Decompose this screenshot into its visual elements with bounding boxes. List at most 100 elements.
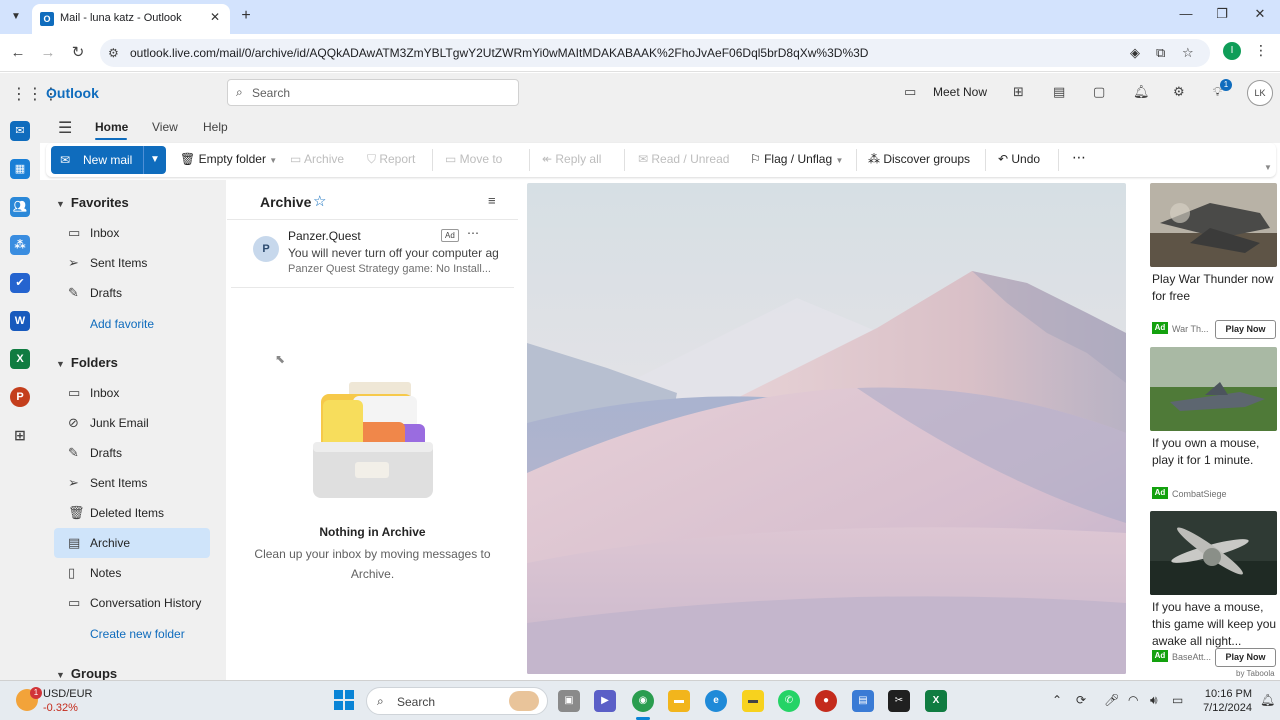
sync-icon[interactable]: ⟳ — [1076, 693, 1086, 707]
tab-help[interactable]: Help — [203, 120, 228, 134]
favorite-drafts[interactable]: ✎ Drafts — [54, 278, 210, 308]
mail-icon[interactable]: ✉ — [10, 121, 30, 141]
window-close-icon[interactable]: ✕ — [1250, 6, 1270, 22]
site-info-icon[interactable]: ⚙ — [108, 46, 119, 60]
word-icon[interactable]: W — [10, 311, 30, 331]
move-to-button[interactable]: ▭ Move to — [445, 152, 502, 166]
reload-icon[interactable]: ↻ — [68, 43, 88, 63]
my-day-icon[interactable]: ▢ — [1093, 84, 1105, 100]
folder-inbox[interactable]: ▭ Inbox — [54, 378, 210, 408]
browser-menu-icon[interactable]: ⋮ — [1254, 42, 1268, 59]
discover-groups-button[interactable]: ⁂ Discover groups — [868, 152, 970, 166]
chrome-icon[interactable]: ◉ — [632, 690, 654, 712]
report-button[interactable]: ⛉ Report — [367, 152, 415, 167]
battery-icon[interactable]: ▭ — [1172, 693, 1183, 707]
address-bar[interactable]: ⚙ outlook.live.com/mail/0/archive/id/AQQ… — [100, 39, 1210, 67]
archive-button[interactable]: ▭ Archive — [290, 152, 344, 166]
search-input[interactable] — [252, 84, 512, 102]
windows-start-icon[interactable] — [334, 690, 354, 710]
add-favorite-link[interactable]: Add favorite — [90, 317, 154, 331]
more-options-icon[interactable]: ⋯ — [467, 226, 479, 240]
ad-card[interactable]: If you have a mouse, this game will keep… — [1150, 511, 1277, 671]
ticker-name[interactable]: USD/EUR — [43, 688, 93, 700]
clock-time[interactable]: 10:16 PM — [1202, 688, 1252, 700]
folder-drafts[interactable]: ✎ Drafts — [54, 438, 210, 468]
edge-icon[interactable]: e — [705, 690, 727, 712]
video-camera-icon[interactable]: ▭ — [904, 84, 916, 100]
new-mail-button[interactable]: ✉ New mail — [51, 146, 143, 174]
store-icon[interactable]: ▤ — [852, 690, 874, 712]
create-new-folder-link[interactable]: Create new folder — [90, 627, 185, 641]
whatsapp-icon[interactable]: ✆ — [778, 690, 800, 712]
read-unread-button[interactable]: ✉ Read / Unread — [638, 152, 729, 166]
teams-chat-icon[interactable]: ▶ — [594, 690, 616, 712]
folder-conversation-history[interactable]: ▭ Conversation History — [54, 588, 210, 618]
taboola-attribution[interactable]: by Taboola — [1236, 669, 1275, 678]
meet-now-button[interactable]: Meet Now — [933, 85, 987, 99]
ad-card[interactable]: Play War Thunder now for free Ad War Th.… — [1150, 183, 1277, 343]
filter-icon[interactable]: ≡ — [488, 193, 496, 208]
tab-close-icon[interactable]: ✕ — [210, 10, 220, 24]
folders-header[interactable]: ▼ Folders — [56, 355, 118, 370]
excel-icon[interactable]: X — [10, 349, 30, 369]
ribbon-collapse-chevron-icon[interactable]: ▼ — [1264, 163, 1272, 172]
browser-profile-avatar[interactable]: I — [1223, 42, 1241, 60]
ad-play-now-button[interactable]: Play Now — [1215, 320, 1276, 339]
teams-icon[interactable]: ⊞ — [1013, 84, 1024, 100]
more-apps-icon[interactable]: ⊞ — [10, 425, 30, 445]
folder-deleted-items[interactable]: 🗑︎ Deleted Items — [54, 498, 210, 528]
file-explorer-icon[interactable]: ▬ — [668, 690, 690, 712]
excel-taskbar-icon[interactable]: X — [925, 690, 947, 712]
browser-tab-outlook[interactable]: O Mail - luna katz - Outlook ✕ — [32, 4, 230, 34]
tab-search-chevron-icon[interactable]: ▼ — [6, 7, 26, 27]
restore-icon[interactable]: ❐ — [1212, 6, 1232, 22]
back-arrow-icon[interactable]: ← — [8, 43, 28, 63]
install-app-icon[interactable]: ⧉ — [1156, 45, 1165, 61]
undo-button[interactable]: ↶ Undo — [998, 152, 1040, 166]
favorite-sent-items[interactable]: ➢ Sent Items — [54, 248, 210, 278]
taskbar-search[interactable]: ⌕ Search — [366, 687, 548, 715]
sponsored-message-row[interactable]: P Panzer.Quest Ad ⋯ You will never turn … — [231, 222, 514, 288]
people-icon[interactable]: 👥︎ — [10, 197, 30, 217]
user-avatar[interactable]: LK — [1247, 80, 1273, 106]
settings-gear-icon[interactable]: ⚙ — [1173, 84, 1185, 100]
reply-all-button[interactable]: ↞ Reply all — [542, 152, 601, 166]
clock-date[interactable]: 7/12/2024 — [1196, 702, 1252, 714]
more-options-icon[interactable]: ⋯ — [1072, 149, 1086, 166]
ad-card[interactable]: If you own a mouse, play it for 1 minute… — [1150, 347, 1277, 507]
task-view-icon[interactable]: ▣ — [558, 690, 580, 712]
todo-check-icon[interactable]: ✔ — [10, 273, 30, 293]
extension-diamond-icon[interactable]: ◈ — [1130, 45, 1140, 61]
hamburger-menu-icon[interactable]: ☰ — [58, 118, 72, 138]
folder-junk-email[interactable]: ⊘ Junk Email — [54, 408, 210, 438]
favorites-header[interactable]: ▼ Favorites — [56, 195, 129, 210]
url-text[interactable]: outlook.live.com/mail/0/archive/id/AQQkA… — [130, 46, 1110, 60]
tray-overflow-chevron-icon[interactable]: ⌃ — [1052, 693, 1062, 707]
recorder-icon[interactable]: ● — [815, 690, 837, 712]
outlook-brand[interactable]: Outlook — [46, 85, 99, 101]
onenote-icon[interactable]: ▤ — [1053, 84, 1065, 100]
groups-header[interactable]: ▼ Groups — [56, 666, 117, 681]
flag-unflag-button[interactable]: ⚐ Flag / Unflag ▼ — [750, 152, 843, 166]
notification-bell-icon[interactable]: 🔔︎ — [1260, 693, 1275, 707]
powerpoint-icon[interactable]: P — [10, 387, 30, 407]
favorite-inbox[interactable]: ▭ Inbox — [54, 218, 210, 248]
calendar-icon[interactable]: ▦ — [10, 159, 30, 179]
forward-arrow-icon[interactable]: → — [38, 43, 58, 63]
volume-icon[interactable]: 🔊︎ — [1150, 693, 1158, 708]
mail-search-box[interactable]: ⌕ — [227, 79, 519, 106]
folder-sent-items[interactable]: ➢ Sent Items — [54, 468, 210, 498]
ad-play-now-button[interactable]: Play Now — [1215, 648, 1276, 667]
ticker-change[interactable]: -0.32% — [43, 702, 78, 714]
favorite-star-icon[interactable]: ☆ — [313, 192, 326, 210]
tab-home[interactable]: Home — [95, 120, 128, 134]
bell-icon[interactable]: 🔔︎ — [1133, 84, 1150, 100]
bookmark-star-icon[interactable]: ☆ — [1182, 45, 1194, 61]
minimize-icon[interactable]: — — [1176, 6, 1196, 21]
groups-icon[interactable]: ⁂ — [10, 235, 30, 255]
folder-notes[interactable]: ▯ Notes — [54, 558, 210, 588]
folder-archive[interactable]: ▤ Archive — [54, 528, 210, 558]
new-tab-plus-icon[interactable]: + — [236, 6, 256, 26]
sticky-notes-icon[interactable]: ▬ — [742, 690, 764, 712]
new-mail-dropdown-chevron-icon[interactable]: ▼ — [143, 146, 166, 174]
